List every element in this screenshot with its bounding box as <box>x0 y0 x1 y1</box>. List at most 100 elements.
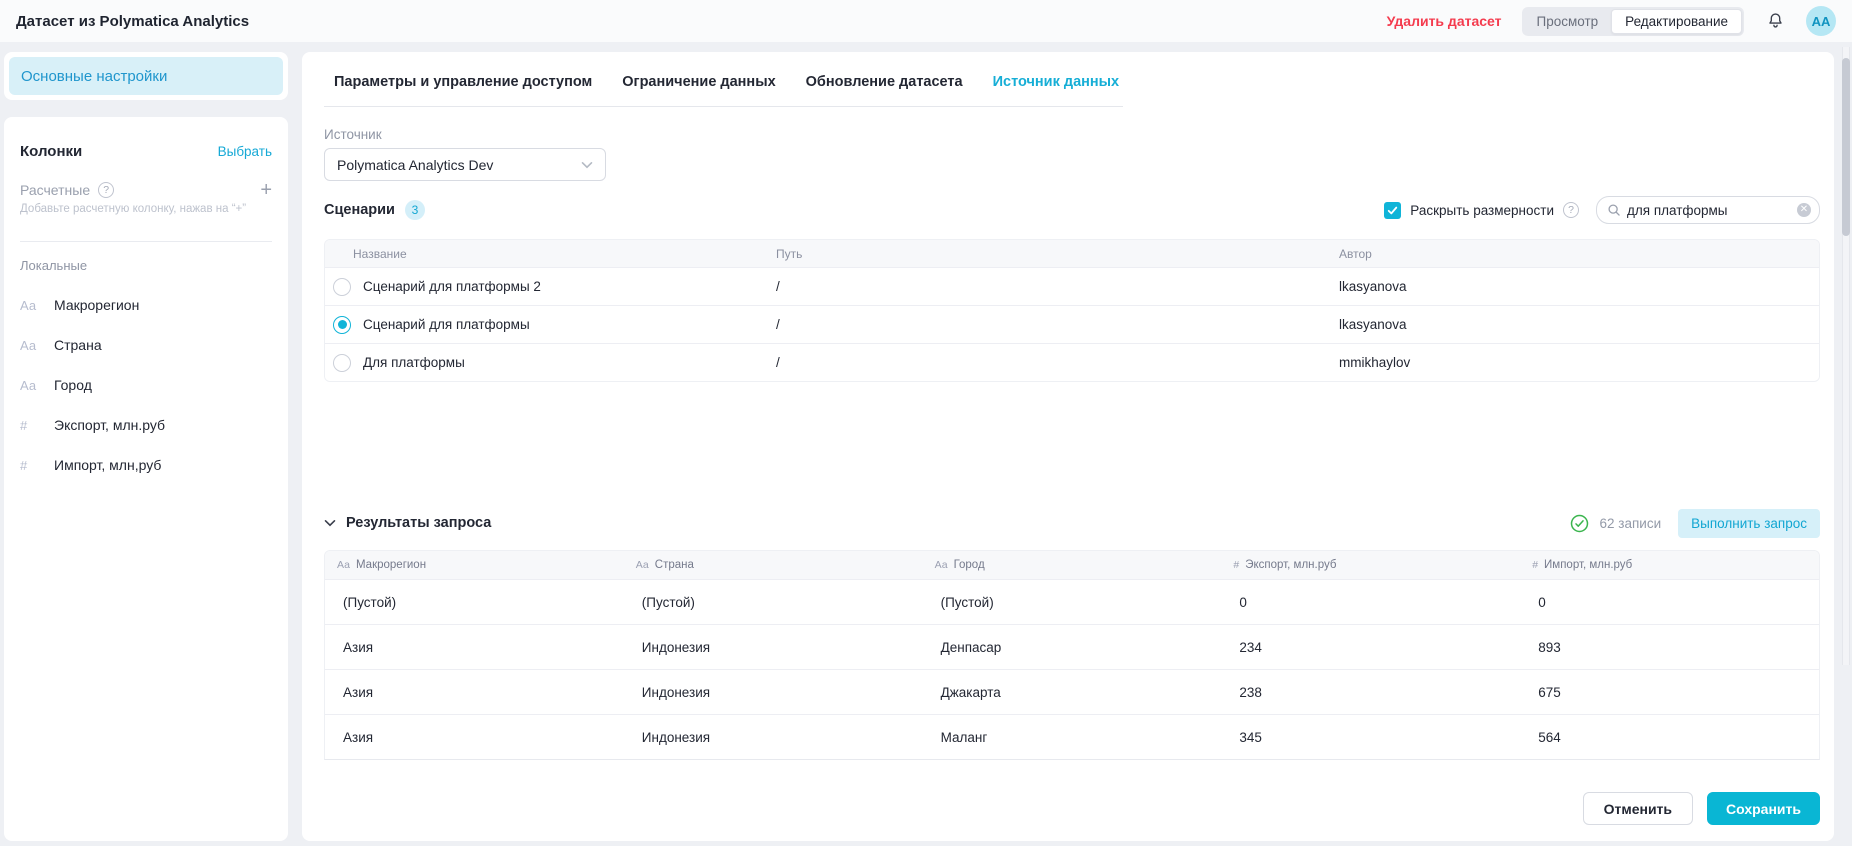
column-item-label: Импорт, млн,руб <box>54 457 161 473</box>
cell: 0 <box>1520 595 1819 610</box>
results-title: Результаты запроса <box>346 515 491 531</box>
number-type-icon: # <box>1233 559 1239 571</box>
number-type-icon: # <box>20 418 42 433</box>
scenarios-count-badge: 3 <box>405 200 425 220</box>
text-type-icon: Аа <box>935 559 948 571</box>
column-item-label: Макрорегион <box>54 297 139 313</box>
source-select[interactable]: Polymatica Analytics Dev <box>324 148 606 181</box>
sidebar-nav-card: Основные настройки <box>4 52 288 100</box>
scenarios-table: Название Путь Автор Сценарий для платфор… <box>324 239 1820 382</box>
cell: (Пустой) <box>624 595 923 610</box>
mode-view-button[interactable]: Просмотр <box>1524 10 1612 33</box>
cell: 893 <box>1520 640 1819 655</box>
results-table-header: АаМакрорегион АаСтрана АаГород #Экспорт,… <box>325 551 1819 579</box>
column-item-country[interactable]: Аа Страна <box>20 337 272 353</box>
text-type-icon: Аа <box>636 559 649 571</box>
cell: Денпасар <box>923 640 1222 655</box>
expand-dimensions-help-icon[interactable]: ? <box>1563 202 1579 218</box>
cell: Джакарта <box>923 685 1222 700</box>
table-row: (Пустой) (Пустой) (Пустой) 0 0 <box>325 579 1819 624</box>
scenario-author: lkasyanova <box>1339 317 1819 332</box>
choose-columns-link[interactable]: Выбрать <box>218 144 272 159</box>
header-author: Автор <box>1339 247 1819 261</box>
search-icon <box>1607 203 1621 217</box>
header-country: АаСтрана <box>624 559 923 571</box>
table-row: Азия Индонезия Маланг 345 564 <box>325 714 1819 759</box>
clear-search-icon[interactable]: ✕ <box>1797 203 1811 217</box>
scenarios-title: Сценарии <box>324 202 395 218</box>
tab-dataset-update[interactable]: Обновление датасета <box>806 74 963 90</box>
tab-data-source[interactable]: Источник данных <box>993 74 1120 90</box>
scenario-path: / <box>776 317 1339 332</box>
topbar-actions: Удалить датасет Просмотр Редактирование … <box>1387 6 1836 36</box>
text-type-icon: Аа <box>20 378 42 393</box>
cell: 345 <box>1221 730 1520 745</box>
delete-dataset-button[interactable]: Удалить датасет <box>1387 13 1502 29</box>
number-type-icon: # <box>20 458 42 473</box>
scrollbar-thumb[interactable] <box>1842 58 1850 236</box>
radio-button[interactable] <box>333 354 351 372</box>
cell: Индонезия <box>624 640 923 655</box>
tab-data-restriction[interactable]: Ограничение данных <box>622 74 775 90</box>
table-row: Азия Индонезия Денпасар 234 893 <box>325 624 1819 669</box>
records-count: 62 записи <box>1600 516 1662 531</box>
scenario-path: / <box>776 279 1339 294</box>
source-label: Источник <box>324 127 1820 142</box>
scenario-author: lkasyanova <box>1339 279 1819 294</box>
expand-dimensions-checkbox[interactable] <box>1384 202 1401 219</box>
cell: 0 <box>1221 595 1520 610</box>
calculated-label: Расчетные <box>20 182 90 198</box>
cell: (Пустой) <box>923 595 1222 610</box>
cell: Индонезия <box>624 685 923 700</box>
cell: (Пустой) <box>325 595 624 610</box>
results-section-toggle[interactable]: Результаты запроса <box>324 515 491 531</box>
expand-dimensions-label[interactable]: Раскрыть размерности <box>1410 203 1554 218</box>
header-city: АаГород <box>923 559 1222 571</box>
header-macroregion: АаМакрорегион <box>325 559 624 571</box>
chevron-down-icon <box>324 519 336 527</box>
page-title: Датасет из Polymatica Analytics <box>16 13 249 30</box>
text-type-icon: Аа <box>337 559 350 571</box>
cancel-button[interactable]: Отменить <box>1583 792 1693 825</box>
column-item-city[interactable]: Аа Город <box>20 377 272 393</box>
scenario-search: ✕ <box>1596 196 1820 224</box>
calculated-hint: Добавьте расчетную колонку, нажав на “+” <box>20 203 272 215</box>
radio-button-checked[interactable] <box>333 316 351 334</box>
cell: 675 <box>1520 685 1819 700</box>
column-item-label: Страна <box>54 337 102 353</box>
column-item-export[interactable]: # Экспорт, млн.руб <box>20 417 272 433</box>
cell: 564 <box>1520 730 1819 745</box>
column-item-macroregion[interactable]: Аа Макрорегион <box>20 297 272 313</box>
scenario-search-input[interactable] <box>1627 203 1791 218</box>
radio-button[interactable] <box>333 278 351 296</box>
cell: Азия <box>325 685 624 700</box>
cell: 238 <box>1221 685 1520 700</box>
add-calculated-column-button[interactable]: + <box>260 182 272 198</box>
run-query-button[interactable]: Выполнить запрос <box>1678 509 1820 538</box>
sidebar-item-main-settings[interactable]: Основные настройки <box>9 57 283 95</box>
results-table: АаМакрорегион АаСтрана АаГород #Экспорт,… <box>324 550 1820 760</box>
header-import: #Импорт, млн.руб <box>1520 559 1819 571</box>
scenario-path: / <box>776 355 1339 370</box>
column-item-import[interactable]: # Импорт, млн,руб <box>20 457 272 473</box>
scenario-row[interactable]: Сценарий для платформы / lkasyanova <box>325 305 1819 343</box>
scenario-name: Сценарий для платформы <box>363 317 530 332</box>
scenarios-table-header: Название Путь Автор <box>325 240 1819 267</box>
tab-params-access[interactable]: Параметры и управление доступом <box>334 74 592 90</box>
mode-toggle: Просмотр Редактирование <box>1522 7 1745 36</box>
notifications-bell-icon[interactable] <box>1764 10 1786 32</box>
mode-edit-button[interactable]: Редактирование <box>1611 9 1742 34</box>
cell: Азия <box>325 730 624 745</box>
column-item-label: Экспорт, млн.руб <box>54 417 165 433</box>
chevron-down-icon <box>581 161 593 169</box>
sidebar-divider <box>20 241 272 242</box>
save-button[interactable]: Сохранить <box>1707 792 1820 825</box>
cell: 234 <box>1221 640 1520 655</box>
scenario-row[interactable]: Сценарий для платформы 2 / lkasyanova <box>325 267 1819 305</box>
scenario-row[interactable]: Для платформы / mmikhaylov <box>325 343 1819 381</box>
cell: Азия <box>325 640 624 655</box>
calculated-help-icon[interactable]: ? <box>98 182 114 198</box>
user-avatar[interactable]: AA <box>1806 6 1836 36</box>
main-panel: Параметры и управление доступом Ограниче… <box>302 52 1834 841</box>
text-type-icon: Аа <box>20 298 42 313</box>
